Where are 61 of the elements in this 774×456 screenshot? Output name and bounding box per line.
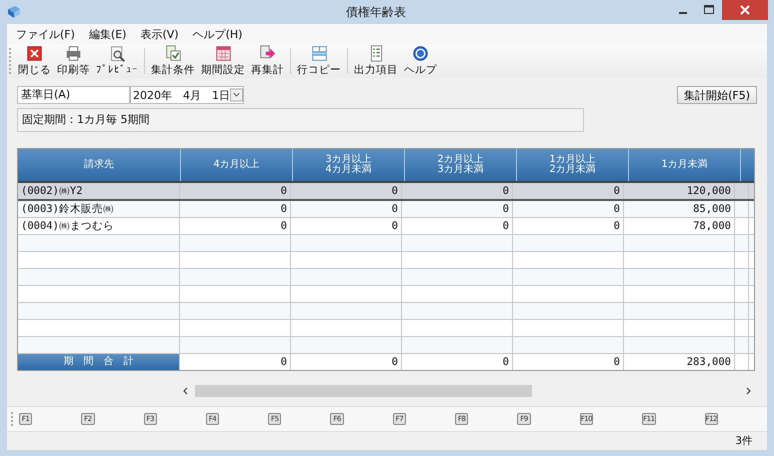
total-cell: 283,000 [624,354,735,370]
column-header: 3カ月以上 4カ月未満 [293,149,405,181]
total-cell: 0 [180,354,291,370]
app-icon [6,4,22,20]
table-cell: (0003)鈴木販売㈱ [18,201,180,217]
period-info: 固定期間：1カ月毎 5期間 [17,108,584,132]
table-cell: (0004)㈱まつむら [18,218,180,234]
window-title: 債権年齢表 [345,4,407,20]
table-row[interactable]: (0002)㈱Y2 0 0 0 0 120,000 [18,183,754,201]
toolbar-button[interactable]: 集計条件 [148,45,198,77]
table-cell: 0 [513,183,624,199]
column-header: 1カ月以上 2カ月未満 [517,149,629,181]
table-cell: 0 [180,183,291,199]
toolbar-button[interactable]: 再集計 [248,45,287,77]
dropdown-icon [230,88,243,102]
table-cell: (0002)㈱Y2 [18,183,180,199]
printer-icon [65,45,82,62]
column-header: 1カ月未満 [629,149,741,181]
calendar-icon [214,45,232,62]
table-cell: 0 [402,183,513,199]
menu-item[interactable]: ファイル(F) [11,26,80,42]
toolbar-button[interactable]: 閉じる [15,45,54,77]
toolbar-button[interactable]: ﾌﾟﾚﾋﾞｭｰ [93,46,141,76]
table-cell: 0 [291,201,402,217]
total-label: 期 間 合 計 [18,354,180,370]
table-cell: 0 [291,183,402,199]
column-header: 4カ月以上 [181,149,293,181]
table-cell: 0 [180,218,291,234]
start-button[interactable]: 集計開始(F5) [677,86,757,104]
menu-item[interactable]: ヘルプ(H) [188,26,248,42]
table-cell: 0 [402,201,513,217]
table-cell: 0 [180,201,291,217]
horizontal-scrollbar[interactable] [181,383,753,399]
table-cell: 85,000 [624,201,735,217]
close-button[interactable] [722,0,768,20]
column-header: 2カ月以上 3カ月未満 [405,149,517,181]
menu-item[interactable]: 編集(E) [84,26,132,42]
toolbar-button[interactable]: 印刷等 [54,45,93,77]
column-header: 請求先 [18,149,181,181]
date-field[interactable]: 2020年 4月 1日 [130,86,244,104]
table-cell: 78,000 [624,218,735,234]
toolbar-button[interactable]: 期間設定 [198,45,248,77]
toolbar-button[interactable]: 行コピー [294,45,344,77]
help-icon [412,45,429,62]
rows-icon [310,45,328,62]
toolbar-button[interactable]: ヘルプ [401,45,440,77]
total-cell: 0 [402,354,513,370]
table-row[interactable]: (0003)鈴木販売㈱ 0 0 0 0 85,000 [18,201,754,218]
table-cell: 0 [402,218,513,234]
toolbar-button[interactable]: 出力項目 [351,45,401,77]
total-cell: 0 [513,354,624,370]
menu-item[interactable]: 表示(V) [135,26,184,42]
table-cell: 120,000 [624,183,735,199]
total-cell: 0 [291,354,402,370]
close-icon [26,45,43,62]
table-cell: 0 [513,201,624,217]
table-cell: 0 [513,218,624,234]
magnifier-icon [108,46,126,63]
table-cell: 0 [291,218,402,234]
record-count: 3件 [735,434,753,448]
date-label: 基準日(A) [17,86,130,104]
